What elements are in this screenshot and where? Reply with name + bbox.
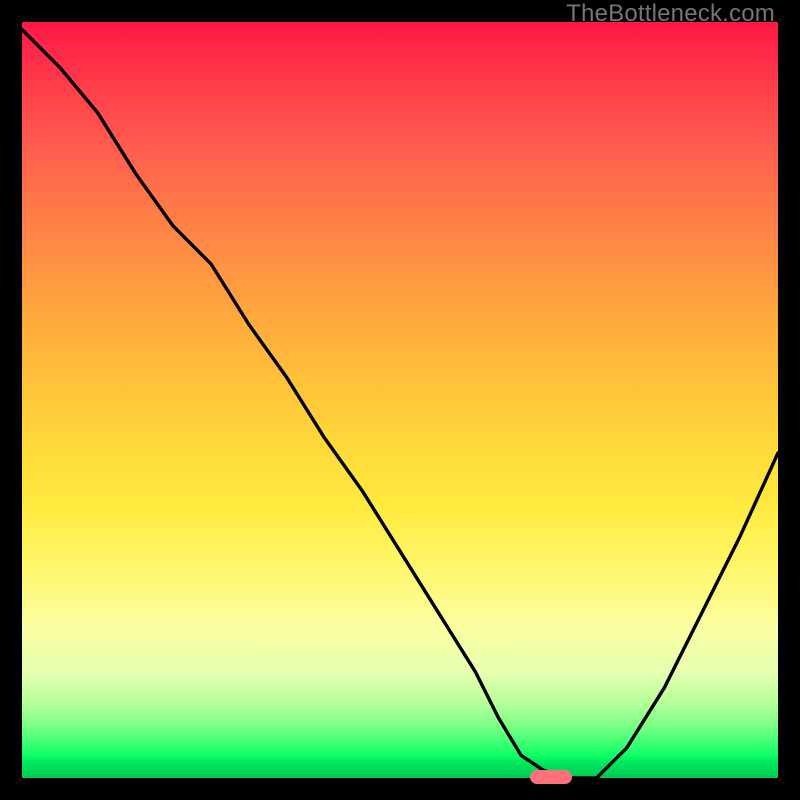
optimal-range-marker: [530, 770, 572, 784]
chart-frame: TheBottleneck.com: [0, 0, 800, 800]
bottleneck-curve: [22, 22, 778, 778]
plot-area: [22, 22, 778, 778]
watermark-label: TheBottleneck.com: [566, 0, 775, 28]
